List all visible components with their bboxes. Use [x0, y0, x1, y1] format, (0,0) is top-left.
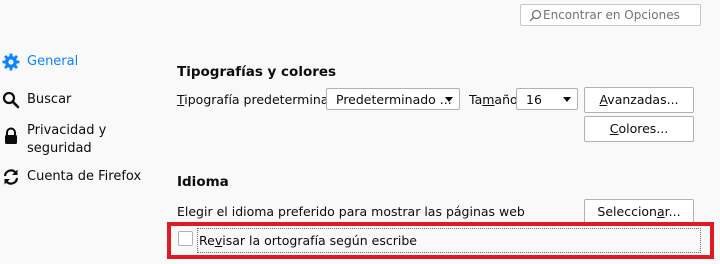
sidebar-item-label: seguridad — [27, 141, 92, 156]
sidebar-item-label: Buscar — [27, 92, 72, 107]
default-font-label: Tipografía predeterminada — [177, 92, 344, 107]
sidebar-item-firefox-account[interactable]: Cuenta de Firefox — [0, 167, 150, 191]
sync-icon — [3, 169, 19, 185]
search-icon — [2, 91, 20, 109]
chevron-down-icon — [563, 97, 571, 102]
font-size-dropdown[interactable]: 16 — [516, 88, 578, 110]
spellcheck-checkbox[interactable] — [178, 231, 193, 246]
button-label-part: olores... — [618, 121, 669, 136]
button-label-part: Seleccion — [597, 204, 657, 219]
gear-icon — [2, 53, 20, 71]
language-section-title: Idioma — [177, 174, 229, 190]
colors-button[interactable]: Colores... — [584, 116, 694, 142]
sidebar-item-label: Cuenta de Firefox — [27, 169, 142, 184]
fonts-section-title: Tipografías y colores — [177, 64, 337, 80]
chevron-down-icon — [445, 97, 453, 102]
spellcheck-label-part: isar la ortografía según escribe — [222, 233, 417, 248]
font-size-label-part: Ta — [469, 92, 483, 107]
sidebar-item-label: General — [27, 54, 79, 69]
search-input[interactable] — [543, 6, 693, 24]
choose-language-label: Elegir el idioma preferido para mostrar … — [177, 204, 525, 219]
lock-icon — [5, 127, 17, 144]
search-icon — [529, 9, 542, 22]
advanced-fonts-button[interactable]: Avanzadas... — [584, 87, 694, 113]
font-size-label-accesskey: m — [482, 92, 495, 107]
default-font-value: Predeterminado ... — [336, 92, 452, 107]
sidebar-item-privacy[interactable]: Privacidad y seguridad — [0, 120, 150, 160]
default-font-label-text: ipografía predeterminada — [184, 92, 345, 107]
button-label-part: r... — [664, 204, 681, 219]
sidebar-item-general[interactable]: General — [0, 52, 150, 76]
font-size-value: 16 — [526, 92, 542, 107]
button-label-part: vanzadas... — [607, 92, 679, 107]
search-box[interactable] — [520, 4, 701, 26]
spellcheck-label-part: Re — [199, 233, 215, 248]
font-size-label-part: año — [494, 92, 518, 107]
sidebar-item-buscar[interactable]: Buscar — [0, 90, 150, 114]
spellcheck-label[interactable]: Revisar la ortografía según escribe — [199, 233, 417, 248]
button-label-accesskey: a — [656, 204, 665, 219]
sidebar-item-label: Privacidad y — [27, 123, 107, 138]
default-font-dropdown[interactable]: Predeterminado ... — [326, 88, 460, 110]
font-size-label: Tamaño — [469, 92, 518, 107]
